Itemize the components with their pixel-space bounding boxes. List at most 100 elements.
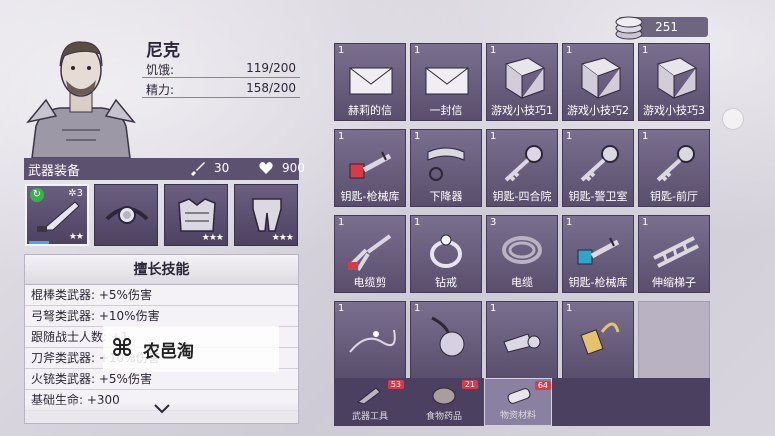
inventory-item[interactable]: 1 一封信 [410,43,482,121]
item-count: 1 [490,303,497,314]
equip-durability-bar [29,241,49,244]
inventory-item[interactable]: 1 钥匙-四合院 [486,129,558,207]
item-count: 1 [566,131,573,142]
tab-label: 武器工具 [351,412,388,422]
key-icon [656,145,695,182]
health-value: 900 [282,161,305,175]
skills-title: 擅长技能 [25,255,298,285]
inventory-item[interactable]: 1 下降器 [410,129,482,207]
inventory-item[interactable]: 3 电缆 [486,215,558,293]
ring-icon [430,234,462,268]
item-name: 钥匙-枪械库 [340,190,400,203]
item-count: 1 [490,45,497,56]
food-icon [432,387,456,405]
item-name: 钥匙-警卫室 [568,190,628,203]
expand-chevron-icon[interactable] [25,401,298,423]
leg-armor-icon [252,198,282,232]
tab-badge: 21 [461,380,478,389]
tab-badge: 53 [387,380,404,389]
equip-slot-head[interactable] [94,184,158,246]
headlamp-icon [105,206,149,224]
tab-materials[interactable]: 64 物资材料 [484,378,552,426]
inventory-item[interactable]: 1 电缆剪 [334,215,406,293]
item-count: 1 [566,217,573,228]
wire-icon [349,329,396,353]
inventory-grid: 1 赫莉的信 1 一封信 1 游戏小技巧1 1 游戏小技巧2 1 游戏小技巧3 1 钥匙-枪械库 1 下降… [334,43,710,379]
stat-label: 精力: [146,83,175,97]
inventory-item[interactable]: 1 钥匙-警卫室 [562,129,634,207]
item-count: 1 [490,131,497,142]
letter-icon [349,67,393,95]
materials-icon [507,388,531,404]
whistle-icon [503,333,541,353]
item-count: 1 [642,217,649,228]
inventory-item[interactable]: 1 赫莉的信 [334,43,406,121]
skill-line: 棍棒类武器: +5%伤害 [25,285,298,306]
watermark-text: 农邑淘 [143,342,194,362]
inventory-tabs: 53 武器工具 21 食物药品 64 物资材料 [334,378,710,426]
coin-stack-icon [614,12,644,44]
character-portrait [22,30,140,159]
heart-icon [258,160,274,180]
item-name: 电缆剪 [353,276,387,289]
sword-icon [190,161,206,181]
inventory-item[interactable]: 1 游戏小技巧2 [562,43,634,121]
ladder-icon [653,236,699,268]
currency-amount: 251 [655,20,678,34]
watermark-logo: ⌘ [111,334,134,362]
equip-slot-body[interactable]: ★★★ [164,184,228,246]
inventory-item[interactable]: 1 [486,301,558,379]
tab-label: 食物药品 [425,412,462,422]
item-count: 1 [414,45,421,56]
stat-value: 119/200 [246,61,296,75]
watermark: ⌘ 农邑淘 [103,326,279,372]
equip-slot-weapon[interactable]: ↻ ✲3 ★★ [25,184,89,246]
item-name: 一封信 [429,104,463,117]
tab-weapons-tools[interactable]: 53 武器工具 [336,378,404,426]
inventory-item[interactable]: 1 钥匙-前厅 [638,129,710,207]
inventory-item[interactable]: 1 [334,301,406,379]
item-name: 钥匙-前厅 [650,190,698,203]
item-count: 1 [338,45,345,56]
key-icon [580,145,619,182]
inventory-item[interactable]: 1 [562,301,634,379]
inventory-item[interactable]: 1 钥匙-枪械库 [562,215,634,293]
tip-card-icon [656,57,698,99]
item-count: 1 [414,131,421,142]
item-count: 1 [338,303,345,314]
item-name: 赫莉的信 [348,104,392,117]
item-count: 1 [566,45,573,56]
inventory-item[interactable]: 1 钻戒 [410,215,482,293]
item-name: 钥匙-四合院 [492,190,552,203]
inventory-item[interactable]: 1 伸缩梯子 [638,215,710,293]
item-count: 1 [642,131,649,142]
item-name: 钥匙-枪械库 [568,276,628,289]
floating-menu-button[interactable] [722,108,744,130]
inventory-item[interactable]: 1 钥匙-枪械库 [334,129,406,207]
machete-icon [37,201,80,232]
descender-icon [427,147,465,181]
item-name: 游戏小技巧1 [491,104,553,117]
stat-hunger: 饥饿: 119/200 [142,60,300,78]
inventory-item[interactable]: 1 游戏小技巧3 [638,43,710,121]
item-count: 1 [338,131,345,142]
equip-stars: ★★★ [201,233,224,243]
item-name: 游戏小技巧2 [567,104,629,117]
inventory-item[interactable]: 1 游戏小技巧1 [486,43,558,121]
tab-badge: 64 [534,381,551,390]
item-count: 1 [414,217,421,228]
item-count: 1 [642,45,649,56]
equip-stars: ★★ [68,232,84,242]
inventory-item[interactable]: 1 [410,301,482,379]
stat-label: 饥饿: [146,63,175,77]
key-icon [504,145,543,182]
equipment-header: 武器装备 30 900 [24,158,305,181]
item-name: 伸缩梯子 [652,276,696,289]
stat-energy: 精力: 158/200 [142,80,300,98]
key-blue-icon [577,237,620,265]
tools-icon [356,387,381,405]
tip-card-icon [580,57,622,99]
tab-food-medicine[interactable]: 21 食物药品 [410,378,478,426]
equip-slot-legs[interactable]: ★★★ [234,184,298,246]
inventory-empty-slot[interactable] [638,301,710,379]
